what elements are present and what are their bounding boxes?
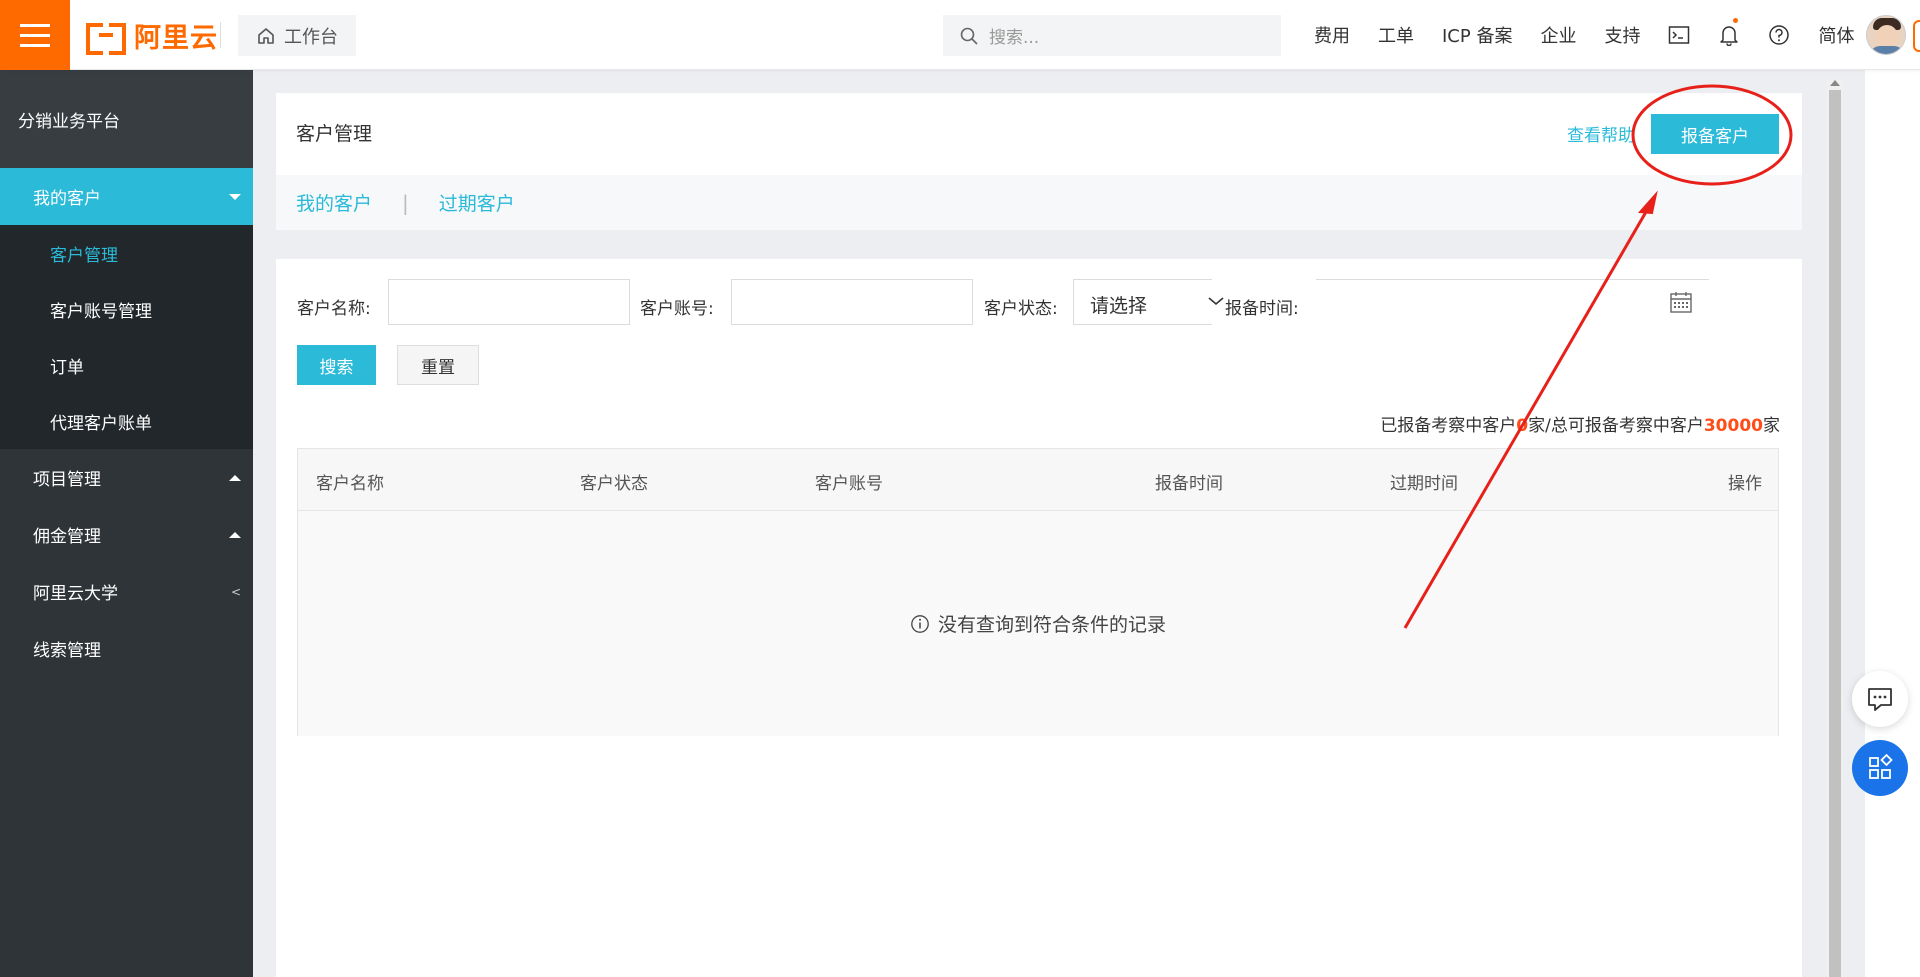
- empty-state: 没有查询到符合条件的记录: [298, 511, 1778, 736]
- quota-summary: 已报备考察中客户0家/总可报备考察中客户30000家: [1380, 411, 1780, 436]
- help-icon[interactable]: [1754, 0, 1804, 70]
- customer-account-input[interactable]: [731, 279, 973, 325]
- workbench-label: 工作台: [284, 26, 338, 48]
- sidebar-group-label: 阿里云大学: [33, 584, 118, 604]
- scrollbar[interactable]: [1827, 80, 1843, 977]
- page-title: 客户管理: [296, 123, 373, 145]
- terminal-icon[interactable]: [1654, 0, 1704, 70]
- reset-button[interactable]: 重置: [397, 345, 479, 385]
- nav-icp[interactable]: ICP 备案: [1428, 22, 1526, 48]
- column-header-report-time: 报备时间: [1155, 474, 1223, 494]
- nav-fees[interactable]: 费用: [1300, 22, 1364, 48]
- divider: [220, 22, 221, 48]
- calendar-icon[interactable]: [1669, 290, 1693, 314]
- home-icon: [258, 27, 274, 44]
- sidebar-group-commission[interactable]: 佣金管理: [0, 506, 253, 563]
- search-placeholder: 搜索...: [989, 28, 1040, 48]
- chat-icon[interactable]: [1852, 671, 1908, 727]
- bell-icon[interactable]: [1704, 0, 1754, 70]
- aliyun-logo[interactable]: 阿里云: [86, 17, 218, 55]
- sidebar-item-customer-management[interactable]: 客户管理: [0, 225, 253, 281]
- tab-my-customers[interactable]: 我的客户: [296, 189, 372, 216]
- column-header-actions: 操作: [1728, 474, 1762, 494]
- column-header-expire-time: 过期时间: [1390, 474, 1458, 494]
- summary-prefix: 已报备考察中客户: [1380, 416, 1517, 436]
- column-header-account: 客户账号: [815, 474, 883, 494]
- edge-tab: [1913, 20, 1920, 52]
- sidebar-group-label: 我的客户: [33, 189, 101, 209]
- sidebar-group-university[interactable]: 阿里云大学 <: [0, 563, 253, 620]
- sidebar-group-label: 项目管理: [33, 470, 101, 490]
- help-link[interactable]: 查看帮助: [1567, 121, 1637, 146]
- chevron-down-icon: [229, 193, 241, 200]
- scroll-up-arrow[interactable]: [1830, 80, 1840, 86]
- language-switch[interactable]: 简体: [1804, 22, 1868, 48]
- main-content: 客户管理 查看帮助 报备客户 我的客户 | 过期客户 客户名称: 客户账号: 客…: [253, 70, 1865, 977]
- search-icon: [960, 27, 978, 45]
- right-rail: [1865, 70, 1920, 977]
- nav-support[interactable]: 支持: [1590, 22, 1654, 48]
- sidebar-title: 分销业务平台: [0, 70, 253, 168]
- report-customer-button[interactable]: 报备客户: [1651, 114, 1779, 154]
- logo-mark-icon: [86, 23, 126, 55]
- nav-tickets[interactable]: 工单: [1364, 22, 1428, 48]
- query-card: 客户名称: 客户账号: 客户状态: 请选择 报备时间: 搜索 重置 已报备考察中…: [276, 259, 1802, 977]
- info-icon: [911, 614, 929, 633]
- search-input[interactable]: 搜索...: [943, 15, 1281, 56]
- summary-middle: 家/总可报备考察中客户: [1528, 416, 1704, 436]
- apps-icon[interactable]: [1852, 740, 1908, 796]
- sidebar-group-label: 佣金管理: [33, 527, 101, 547]
- sidebar-item-agent-bills[interactable]: 代理客户账单: [0, 393, 253, 449]
- customer-status-label: 客户状态:: [984, 299, 1058, 319]
- summary-total-count: 30000: [1703, 416, 1763, 436]
- sidebar-group-my-customers[interactable]: 我的客户: [0, 168, 253, 225]
- chevron-down-icon: [1208, 297, 1224, 306]
- column-header-status: 客户状态: [580, 474, 648, 494]
- customer-account-label: 客户账号:: [640, 299, 714, 319]
- report-time-label: 报备时间:: [1225, 299, 1299, 319]
- sidebar-item-customer-accounts[interactable]: 客户账号管理: [0, 281, 253, 337]
- sidebar: 分销业务平台 我的客户 客户管理 客户账号管理 订单 代理客户账单 项目管理 佣…: [0, 70, 253, 977]
- workbench-button[interactable]: 工作台: [238, 15, 356, 56]
- customer-name-input[interactable]: [388, 279, 630, 325]
- sidebar-group-leads[interactable]: 线索管理: [0, 620, 253, 677]
- top-nav: 费用 工单 ICP 备案 企业 支持 简体: [1300, 0, 1868, 70]
- summary-suffix: 家: [1763, 416, 1780, 436]
- customer-status-value: 请选择: [1090, 295, 1148, 317]
- sidebar-group-projects[interactable]: 项目管理: [0, 449, 253, 506]
- tab-expired-customers[interactable]: 过期客户: [439, 189, 515, 216]
- avatar[interactable]: [1866, 15, 1906, 55]
- menu-icon[interactable]: [0, 0, 70, 70]
- chevron-up-icon: [229, 474, 241, 481]
- customer-name-label: 客户名称:: [297, 299, 371, 319]
- page-header-card: 客户管理 查看帮助 报备客户 我的客户 | 过期客户: [276, 93, 1802, 230]
- scrollbar-thumb[interactable]: [1829, 90, 1841, 977]
- sidebar-item-orders[interactable]: 订单: [0, 337, 253, 393]
- customer-table: 客户名称 客户状态 客户账号 报备时间 过期时间 操作 没有查询到符合条件的记录: [297, 448, 1779, 736]
- tab-bar: 我的客户 | 过期客户: [276, 175, 1802, 230]
- summary-current-count: 0: [1516, 416, 1529, 436]
- logo-text: 阿里云: [134, 22, 218, 54]
- tab-divider: |: [402, 190, 409, 215]
- notification-dot: [1733, 18, 1739, 23]
- sidebar-group-label: 线索管理: [33, 641, 101, 661]
- search-button[interactable]: 搜索: [297, 345, 376, 385]
- report-time-picker[interactable]: [1316, 279, 1709, 325]
- share-icon: <: [230, 584, 241, 599]
- nav-enterprise[interactable]: 企业: [1526, 22, 1590, 48]
- top-bar: 阿里云 工作台 搜索... 费用 工单 ICP 备案 企业 支持 简体: [0, 0, 1920, 70]
- column-header-name: 客户名称: [316, 474, 384, 494]
- empty-message: 没有查询到符合条件的记录: [937, 614, 1166, 636]
- table-header: 客户名称 客户状态 客户账号 报备时间 过期时间 操作: [298, 449, 1778, 511]
- chevron-up-icon: [229, 531, 241, 538]
